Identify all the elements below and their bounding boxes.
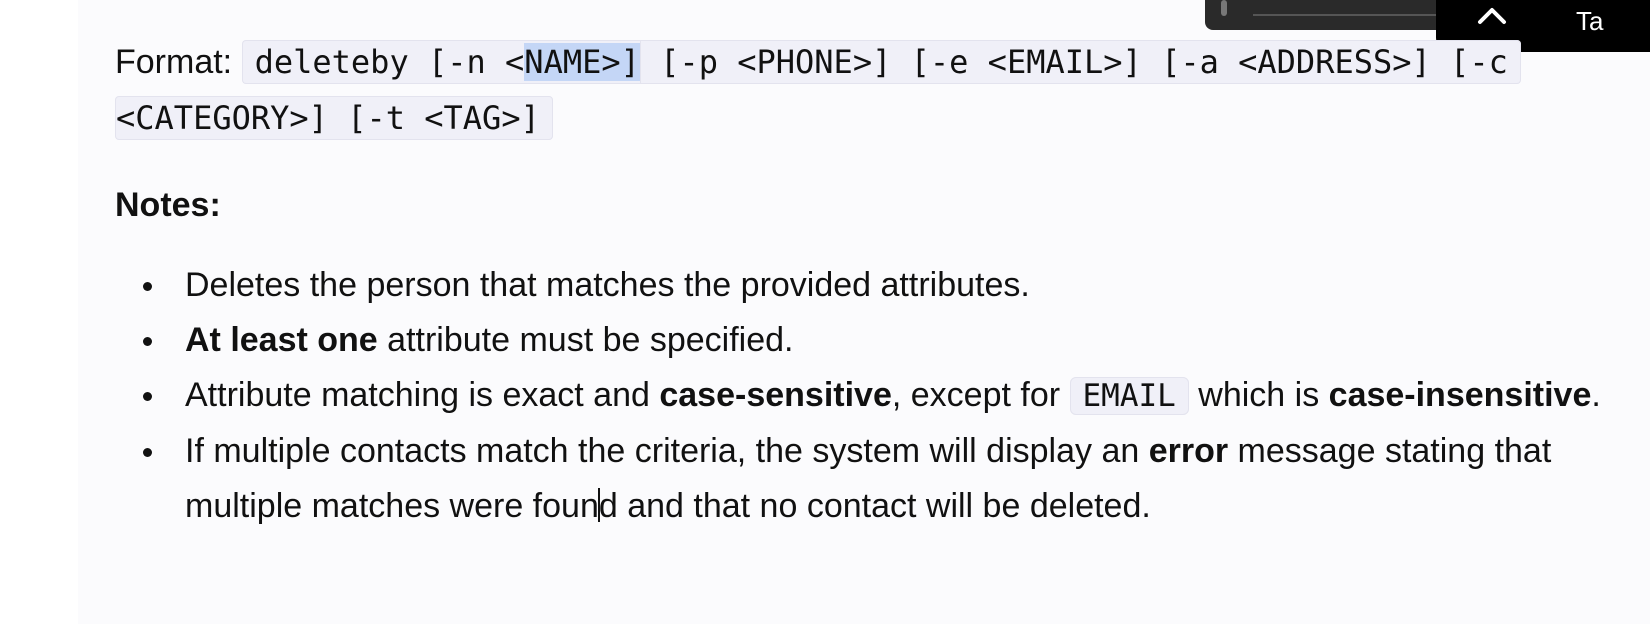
list-item: Deletes the person that matches the prov… xyxy=(115,258,1635,313)
slider-track[interactable] xyxy=(1253,14,1443,16)
list-item: If multiple contacts match the criteria,… xyxy=(115,424,1635,534)
inline-code-email: EMAIL xyxy=(1069,377,1189,415)
format-code: deleteby [-n <NAME>] xyxy=(241,40,640,84)
list-item: Attribute matching is exact and case-sen… xyxy=(115,368,1635,424)
toolbar-strip xyxy=(1205,0,1445,30)
format-line-2: <CATEGORY>] [-t <TAG>] xyxy=(115,96,553,140)
note-bold: case-sensitive xyxy=(659,376,892,414)
format-line: Format: deleteby [-n <NAME>] [-p <PHONE>… xyxy=(115,40,1521,84)
format-code-pre: deleteby [-n < xyxy=(254,43,525,81)
notes-heading: Notes: xyxy=(115,186,221,224)
note-text: . xyxy=(1591,376,1601,414)
note-text: d and that no contact will be deleted. xyxy=(598,487,1151,525)
notes-list: Deletes the person that matches the prov… xyxy=(115,258,1635,534)
note-bold: error xyxy=(1148,432,1229,470)
format-code-line2: <CATEGORY>] [-t <TAG>] xyxy=(115,96,553,140)
slider-handle[interactable] xyxy=(1221,0,1227,16)
format-code-post: [-p <PHONE>] [-e <EMAIL>] [-a <ADDRESS>]… xyxy=(640,43,1508,81)
note-text: , except for xyxy=(891,376,1070,414)
note-text: If multiple contacts match the criteria,… xyxy=(185,432,1149,470)
selected-text: NAME>] xyxy=(524,43,640,81)
note-bold: At least one xyxy=(185,321,378,359)
list-item: At least one attribute must be specified… xyxy=(115,313,1635,368)
note-text: which is xyxy=(1188,376,1329,414)
note-text: attribute must be specified. xyxy=(377,321,794,359)
floating-toolbar-label[interactable]: Ta xyxy=(1576,6,1603,37)
note-bold: case-insensitive xyxy=(1328,376,1592,414)
note-text: Attribute matching is exact and xyxy=(185,376,660,414)
format-code-continued: [-p <PHONE>] [-e <EMAIL>] [-a <ADDRESS>]… xyxy=(639,40,1521,84)
note-text: Deletes the person that matches the prov… xyxy=(185,266,1030,304)
chevron-up-icon[interactable] xyxy=(1476,0,1508,30)
format-label: Format: xyxy=(115,43,233,81)
